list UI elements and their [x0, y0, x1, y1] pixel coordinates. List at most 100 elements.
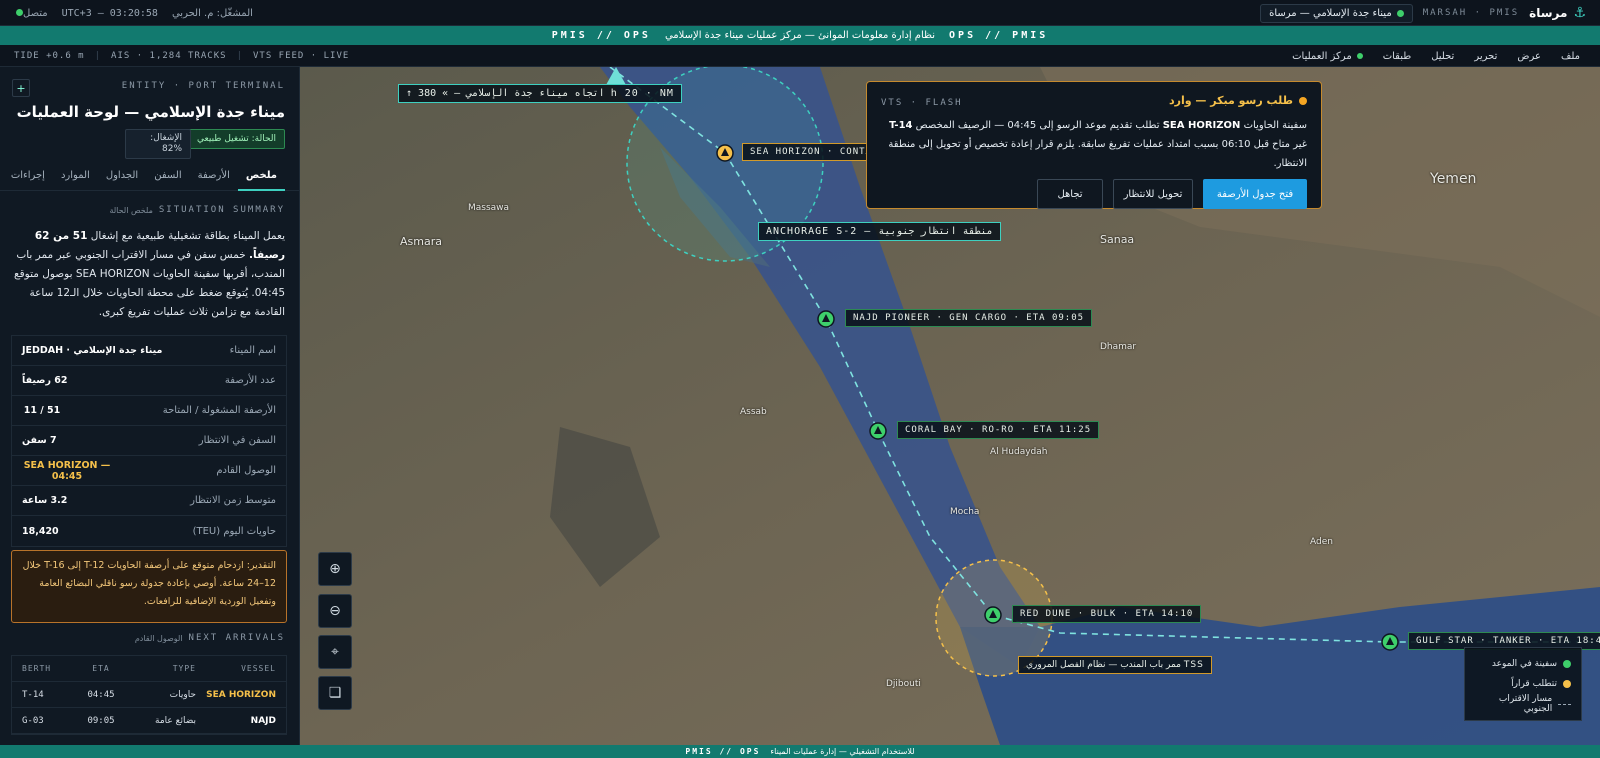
tss-label[interactable]: ممر باب المندب — نظام الفصل المروري TSS — [1018, 656, 1212, 674]
zoom-out-button[interactable]: ⊖ — [318, 594, 352, 628]
zoom-in-icon: ⊕ — [329, 561, 341, 577]
map-view[interactable]: Yemen Sanaa Asmara Massawa Assab Djibout… — [300, 67, 1600, 745]
fact-row: حاويات اليوم (TEU) 18,420 — [22, 525, 276, 537]
menu-file[interactable]: ملف — [1561, 51, 1580, 62]
fact-row: عدد الأرصفة 62 رصيفاً — [12, 366, 286, 396]
add-icon[interactable]: + — [12, 79, 30, 97]
tab-vessels[interactable]: السفن — [146, 161, 189, 191]
classification-band: PMIS // OPS نظام إدارة معلومات الموانئ —… — [0, 26, 1600, 45]
layers-icon: ❏ — [328, 685, 342, 701]
ais-readout: AIS · 1,284 TRACKS — [111, 51, 227, 61]
clock: UTC+3 — 03:20:58 — [61, 7, 158, 19]
congestion-warning: التقدير: ازدحام متوقع على أرصفة الحاويات… — [11, 550, 287, 623]
classification-footer: PMIS // OPS للاستخدام التشغيلي — إدارة ع… — [0, 745, 1600, 758]
fact-row: اسم الميناء ميناء جدة الإسلامي · JEDDAH — [12, 336, 286, 366]
place-label: Djibouti — [886, 679, 921, 689]
occupancy-badge: الإشغال: %82 — [125, 129, 191, 159]
divert-to-anchorage-button[interactable]: تحويل للانتظار — [1113, 179, 1193, 209]
status-badge: الحالة: تشغيل طبيعي — [188, 129, 285, 149]
band-code-right: OPS // PMIS — [949, 30, 1049, 41]
vts-readout: VTS FEED · LIVE — [253, 51, 350, 61]
vessel-marker-sea-horizon[interactable] — [716, 144, 734, 162]
dashed-line-icon — [1558, 703, 1571, 705]
summary-header: SITUATION SUMMARY ملخص الحالة — [109, 205, 285, 215]
panel-tabs: ملخص الأرصفة السفن الجداول الموارد إجراء… — [0, 161, 299, 191]
heading-label[interactable]: ↑ اتجاه ميناء جدة الإسلامي — » 380 h 20 … — [398, 84, 682, 103]
alert-actions: فتح جدول الأرصفة تحويل للانتظار تجاهل — [881, 179, 1307, 209]
menu-view[interactable]: عرض — [1517, 51, 1541, 62]
legend-item: مسار الاقتراب الجنوبي — [1475, 694, 1571, 714]
place-label: Assab — [740, 407, 767, 417]
tab-resources[interactable]: الموارد — [53, 161, 98, 191]
status-dot-icon — [1396, 9, 1404, 17]
table-row[interactable]: SEA HORIZON حاويات 04:45 T-14 — [12, 682, 286, 708]
menu-edit[interactable]: تحرير — [1474, 51, 1497, 62]
place-label: Asmara — [400, 235, 442, 248]
tide-readout: TIDE +0.6 m — [14, 51, 85, 61]
locate-button[interactable]: ⌖ — [318, 635, 352, 669]
menu-ops-center[interactable]: مركز العمليات — [1292, 51, 1363, 62]
brand-subtitle: MARSAH · PMIS — [1422, 8, 1520, 18]
menu-layers[interactable]: طبقات — [1383, 51, 1412, 62]
port-selector[interactable]: ميناء جدة الإسلامي — مرساة — [1260, 3, 1413, 23]
brand[interactable]: ⚓ مرساة — [1529, 5, 1586, 21]
table-row[interactable]: NAJD بضائع عامة 09:05 G-03 — [12, 708, 286, 734]
vessel-label-coral-bay[interactable]: CORAL BAY · RO-RO · ETA 11:25 — [897, 421, 1100, 439]
layers-button[interactable]: ❏ — [318, 676, 352, 710]
place-label: Yemen — [1430, 171, 1477, 187]
open-berth-schedule-button[interactable]: فتح جدول الأرصفة — [1203, 179, 1307, 209]
alert-source: VTS · FLASH — [881, 98, 963, 108]
operator-name: المشغّل: م. الحربي — [171, 7, 253, 19]
active-dot-icon — [1356, 53, 1363, 59]
berthing-alert: طلب رسو مبكر — وارد VTS · FLASH سفينة ال… — [866, 81, 1322, 209]
vessel-marker-najd-pioneer[interactable] — [817, 310, 835, 328]
amber-dot-icon — [1563, 680, 1571, 688]
anchor-icon: ⚓ — [1573, 5, 1586, 21]
place-label: Sanaa — [1100, 233, 1135, 246]
green-dot-icon — [1563, 660, 1571, 668]
north-arrow-icon: ↑ — [406, 88, 419, 99]
fact-row: الوصول القادم SEA HORIZON — 04:45 — [12, 456, 286, 486]
fact-row: متوسط زمن الانتظار 3.2 ساعة — [12, 486, 286, 516]
band-text: نظام إدارة معلومات الموانئ — مركز عمليات… — [664, 30, 936, 41]
entity-label: ENTITY · PORT TERMINAL — [121, 81, 285, 91]
top-bar: متصل UTC+3 — 03:20:58 المشغّل: م. الحربي… — [0, 0, 1600, 26]
page-title: ميناء جدة الإسلامي — لوحة العمليات — [16, 103, 285, 121]
table-header: VESSEL TYPE ETA BERTH — [12, 656, 286, 682]
tab-berths[interactable]: الأرصفة — [190, 161, 238, 191]
tab-schedules[interactable]: الجداول — [98, 161, 146, 191]
zoom-out-icon: ⊖ — [329, 603, 341, 619]
map-legend: سفينة في الموعد تتطلب قراراً مسار الاقتر… — [1464, 647, 1582, 721]
fact-row: الأرصفة المشغولة / المتاحة 51 / 11 — [12, 396, 286, 426]
vessel-marker-red-dune[interactable] — [984, 606, 1002, 624]
tab-summary[interactable]: ملخص — [237, 161, 285, 191]
menu-bar: TIDE +0.6 m | AIS · 1,284 TRACKS | VTS F… — [0, 45, 1600, 67]
tab-actions[interactable]: إجراءات — [3, 161, 53, 191]
arrivals-table: VESSEL TYPE ETA BERTH SEA HORIZON حاويات… — [11, 655, 287, 735]
fact-row: السفن في الانتظار 7 سفن — [12, 426, 286, 456]
status-dot-icon — [16, 8, 23, 16]
zoom-in-button[interactable]: ⊕ — [318, 552, 352, 586]
place-label: Massawa — [468, 203, 510, 213]
situation-summary: يعمل الميناء بطاقة تشغيلية طبيعية مع إشغ… — [14, 230, 285, 318]
connection-status: متصل — [12, 8, 48, 19]
vessel-marker-coral-bay[interactable] — [869, 422, 887, 440]
place-label: Dhamar — [1100, 342, 1137, 352]
legend-item: سفينة في الموعد — [1475, 654, 1571, 674]
vessel-label-red-dune[interactable]: RED DUNE · BULK · ETA 14:10 — [1012, 605, 1202, 623]
vessel-marker-gulf-star[interactable] — [1381, 633, 1399, 651]
arrivals-header: NEXT ARRIVALS الوصول القادم — [134, 633, 285, 643]
menu-analysis[interactable]: تحليل — [1431, 51, 1454, 62]
anchorage-label[interactable]: ANCHORAGE S-2 — منطقة انتظار جنوبية — [758, 222, 1001, 241]
place-label: Mocha — [950, 507, 980, 517]
alert-message: سفينة الحاويات SEA HORIZON تطلب تقديم مو… — [888, 120, 1307, 169]
legend-item: تتطلب قراراً — [1475, 674, 1571, 694]
side-panel: ENTITY · PORT TERMINAL + ميناء جدة الإسل… — [0, 67, 300, 745]
vessel-label-najd-pioneer[interactable]: NAJD PIONEER · GEN CARGO · ETA 09:05 — [845, 309, 1093, 327]
band-code-left: PMIS // OPS — [551, 30, 651, 41]
place-label: Aden — [1310, 537, 1333, 547]
place-label: Al Hudaydah — [990, 447, 1048, 457]
crosshair-icon: ⌖ — [331, 644, 339, 660]
port-facts: اسم الميناء ميناء جدة الإسلامي · JEDDAH ع… — [11, 335, 287, 547]
dismiss-button[interactable]: تجاهل — [1037, 179, 1103, 209]
